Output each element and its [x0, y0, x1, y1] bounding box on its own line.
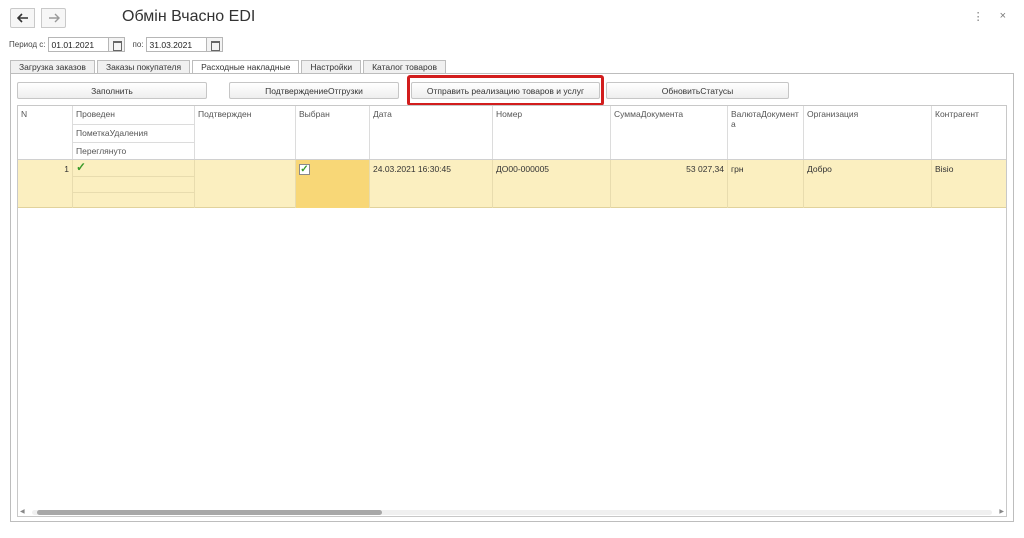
cell-posted: ✓: [73, 160, 195, 208]
cell-number: ДО00-000005: [493, 160, 611, 208]
confirm-shipment-button[interactable]: ПодтверждениеОтгрузки: [229, 82, 399, 99]
tab-invoices[interactable]: Расходные накладные: [192, 60, 300, 74]
tab-panel: Заполнить ПодтверждениеОтгрузки Отправит…: [10, 73, 1014, 522]
arrow-left-icon: [16, 13, 28, 23]
arrow-right-icon: [48, 13, 60, 23]
cell-n: 1: [18, 160, 73, 208]
back-button[interactable]: [10, 8, 35, 28]
header-deletion-mark[interactable]: ПометкаУдаления: [73, 124, 195, 142]
close-icon[interactable]: ×: [1000, 10, 1006, 23]
cell-selected[interactable]: ✓: [296, 160, 370, 208]
tab-customer-orders[interactable]: Заказы покупателя: [96, 60, 191, 73]
cell-confirmed: [195, 160, 296, 208]
tab-bar: Загрузка заказов Заказы покупателя Расхо…: [10, 60, 448, 74]
checkbox-checked-icon[interactable]: ✓: [299, 164, 310, 175]
cell-currency: грн: [728, 160, 804, 208]
scroll-left-icon[interactable]: ◀: [20, 508, 25, 515]
calendar-icon[interactable]: [206, 36, 223, 52]
cell-organization: Добро: [804, 160, 932, 208]
period-to-label: по:: [132, 39, 144, 49]
header-posted[interactable]: Проведен: [73, 106, 195, 124]
update-statuses-button[interactable]: ОбновитьСтатусы: [606, 82, 789, 99]
header-viewed[interactable]: Переглянуто: [73, 142, 195, 159]
period-from-label: Период с:: [9, 39, 46, 49]
cell-amount: 53 027,34: [611, 160, 728, 208]
tab-load-orders[interactable]: Загрузка заказов: [10, 60, 95, 73]
cell-counterparty: Bisio: [935, 164, 954, 174]
cell-date: 24.03.2021 16:30:45: [370, 160, 493, 208]
horizontal-scrollbar[interactable]: ◀ ▶: [17, 508, 1007, 517]
documents-table: N Проведен ПометкаУдаления Переглянуто П…: [17, 105, 1007, 517]
scroll-right-icon[interactable]: ▶: [999, 508, 1004, 515]
header-amount[interactable]: СуммаДокумента: [611, 106, 728, 159]
header-counterparty[interactable]: Контрагент: [932, 106, 1006, 159]
header-organization[interactable]: Организация: [804, 106, 932, 159]
check-icon: ✓: [76, 160, 87, 174]
period-from-input[interactable]: 01.01.2021: [47, 36, 109, 52]
header-date[interactable]: Дата: [370, 106, 493, 159]
header-n[interactable]: N: [18, 106, 73, 159]
calendar-icon[interactable]: [108, 36, 125, 52]
tab-settings[interactable]: Настройки: [301, 60, 362, 73]
header-confirmed[interactable]: Подтвержден: [195, 106, 296, 159]
scrollbar-thumb[interactable]: [37, 510, 382, 515]
table-row[interactable]: 1 ✓ ✓ 24.03.2021 16:30:45 ДО00-000005 53…: [18, 160, 1006, 208]
more-vertical-icon[interactable]: ⋮: [973, 10, 984, 23]
highlight-frame: [407, 75, 604, 106]
page-title: Обмін Вчасно EDI: [122, 8, 256, 25]
fill-button[interactable]: Заполнить: [17, 82, 207, 99]
period-to-input[interactable]: 31.03.2021: [145, 36, 207, 52]
header-currency[interactable]: ВалютаДокумента: [728, 106, 804, 159]
header-selected[interactable]: Выбран: [296, 106, 370, 159]
tab-catalog[interactable]: Каталог товаров: [363, 60, 446, 73]
header-number[interactable]: Номер: [493, 106, 611, 159]
period-filter: Период с: 01.01.2021 по: 31.03.2021: [9, 36, 223, 52]
forward-button[interactable]: [41, 8, 66, 28]
